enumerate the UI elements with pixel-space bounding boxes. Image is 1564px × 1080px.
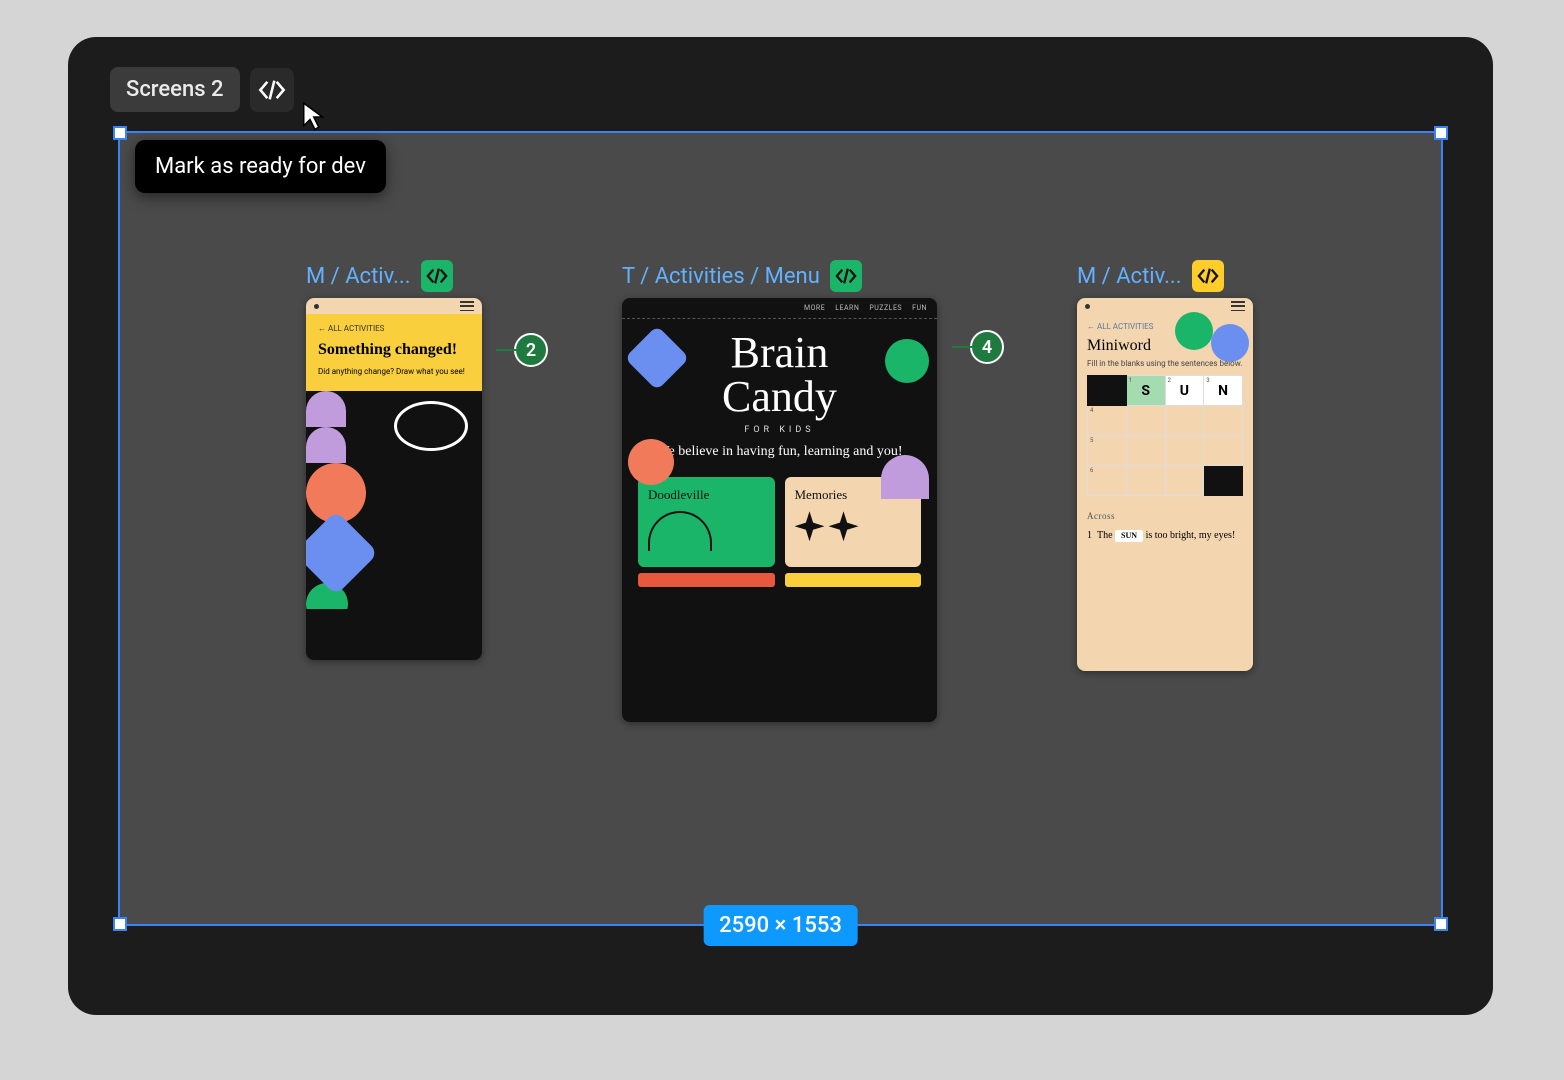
shape-flower-icon <box>1211 324 1249 362</box>
frame-body[interactable]: ← ALL ACTIVITIES Miniword Fill in the bl… <box>1077 298 1253 671</box>
frame-label[interactable]: M / Activ... <box>306 264 411 289</box>
code-icon <box>1197 268 1219 284</box>
crossword-grid: 1S 2U 3N 4 5 6 <box>1087 375 1243 496</box>
sparkle-icon <box>829 511 859 541</box>
shape-arch-icon <box>881 455 929 499</box>
nav-item: MORE <box>804 304 825 312</box>
activity-title: Something changed! <box>318 341 470 359</box>
activity-card: Doodleville <box>638 477 775 567</box>
frame-label[interactable]: M / Activ... <box>1077 264 1182 289</box>
tooltip: Mark as ready for dev <box>135 140 386 193</box>
menu-icon <box>460 301 474 311</box>
dev-changes-badge[interactable] <box>1192 260 1224 292</box>
annotation-pin[interactable]: 2 <box>514 333 548 367</box>
shape-arch-icon <box>306 427 346 463</box>
annotation-pin[interactable]: 4 <box>970 330 1004 364</box>
shape-arch-icon <box>306 391 346 427</box>
activity-card <box>638 573 775 587</box>
shape-clover-icon <box>1175 312 1213 350</box>
clue-text: 1 The SUN is too bright, my eyes! <box>1087 528 1243 543</box>
dev-ready-badge[interactable] <box>421 260 453 292</box>
hand-drawn-circle-icon <box>394 401 468 451</box>
shape-flower-icon <box>628 439 674 485</box>
dev-ready-badge[interactable] <box>830 260 862 292</box>
card-title: Memories <box>795 487 848 502</box>
activity-subtitle: Fill in the blanks using the sentences b… <box>1087 359 1243 369</box>
back-link: ← ALL ACTIVITIES <box>318 324 470 333</box>
design-canvas: Screens 2 Mark as ready for dev 2590 × 1… <box>68 37 1493 1015</box>
rainbow-icon <box>648 511 712 551</box>
code-icon <box>835 268 857 284</box>
brand-tagline: We believe in having fun, learning and y… <box>632 443 927 461</box>
menu-icon <box>1231 301 1245 311</box>
code-icon <box>426 268 448 284</box>
shape-diamond-icon <box>306 511 378 596</box>
brand-subtitle: FOR KIDS <box>632 425 927 435</box>
nav-item: PUZZLES <box>869 304 902 312</box>
frame-tablet-menu[interactable]: T / Activities / Menu MORE LEARN PUZZLES… <box>622 260 937 722</box>
frame-mobile-activity-2[interactable]: M / Activ... ← ALL ACTIVITIES Miniword F… <box>1077 260 1253 671</box>
brand-title: Candy <box>632 375 927 419</box>
cursor-icon <box>302 102 328 132</box>
nav-item: LEARN <box>835 304 859 312</box>
activity-card <box>785 573 922 587</box>
clue-direction: Across <box>1087 510 1243 524</box>
activity-subtitle: Did anything change? Draw what you see! <box>318 367 470 377</box>
frame-body[interactable]: MORE LEARN PUZZLES FUN Brain Candy FOR K… <box>622 298 937 722</box>
card-title: Doodleville <box>648 487 709 502</box>
frame-body[interactable]: ← ALL ACTIVITIES Something changed! Did … <box>306 298 482 660</box>
nav-item: FUN <box>912 304 927 312</box>
shape-clover-icon <box>885 339 929 383</box>
sparkle-icon <box>795 511 825 541</box>
frame-mobile-activity-1[interactable]: M / Activ... ← ALL ACTIVITIES Something … <box>306 260 482 660</box>
frame-label[interactable]: T / Activities / Menu <box>622 264 820 289</box>
